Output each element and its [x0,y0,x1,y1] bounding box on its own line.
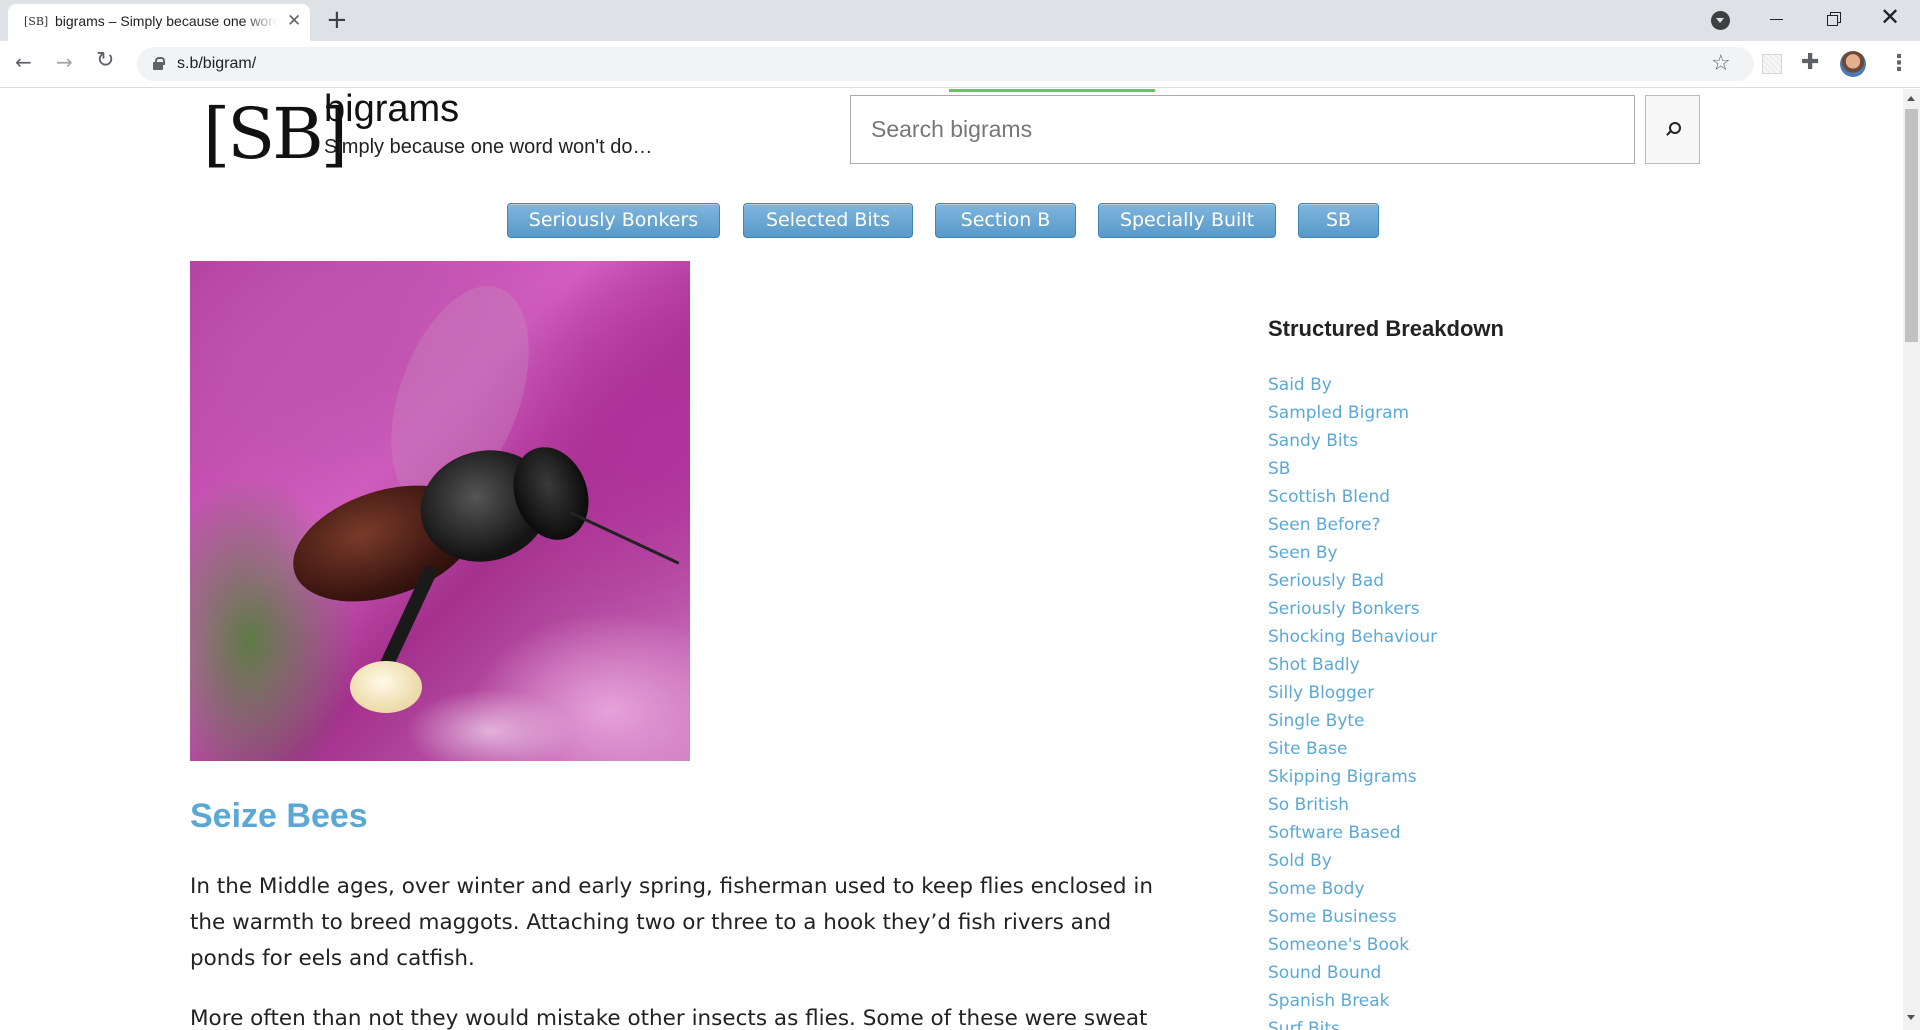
sidebar-link[interactable]: Software Based [1268,823,1437,851]
lock-icon[interactable] [153,57,165,70]
sidebar-link[interactable]: Sold By [1268,851,1437,879]
sidebar-link[interactable]: Surf Bits [1268,1019,1437,1030]
page-load-indicator [949,89,1155,92]
tab-close-icon[interactable]: ✕ [287,11,301,31]
nav-item-seriously-bonkers[interactable]: Seriously Bonkers [507,203,720,238]
post-title[interactable]: Seize Bees [190,797,368,836]
browser-tab[interactable]: [SB] bigrams – Simply because one word w… [8,4,310,41]
restore-icon[interactable] [1827,12,1841,26]
search-input[interactable] [850,95,1635,164]
new-tab-icon[interactable]: + [326,5,348,35]
search-icon [1666,122,1681,135]
sidebar-link[interactable]: Site Base [1268,739,1437,767]
profile-avatar[interactable] [1840,51,1866,77]
favicon-icon: [SB] [24,15,49,28]
sidebar-link[interactable]: Shocking Behaviour [1268,627,1437,655]
address-bar[interactable]: s.b/bigram/ ☆ [137,47,1754,81]
kebab-menu-icon[interactable]: ⋮ [1888,51,1910,76]
main-navigation: Seriously Bonkers Selected Bits Section … [0,203,1903,239]
back-arrow-icon[interactable]: ← [15,50,32,74]
scroll-down-icon[interactable] [1907,1015,1915,1020]
sidebar-link[interactable]: Single Byte [1268,711,1437,739]
sidebar-link[interactable]: Said By [1268,375,1437,403]
sidebar-link[interactable]: Sampled Bigram [1268,403,1437,431]
scroll-up-icon[interactable] [1907,96,1915,101]
sidebar-link[interactable]: Seen By [1268,543,1437,571]
sidebar-link[interactable]: Spanish Break [1268,991,1437,1019]
sidebar-link[interactable]: Skipping Bigrams [1268,767,1437,795]
reload-icon[interactable]: ↻ [96,48,114,73]
sidebar-link[interactable]: Shot Badly [1268,655,1437,683]
sidebar-link[interactable]: Seriously Bad [1268,571,1437,599]
pollen-ball [350,661,422,713]
search-button[interactable] [1645,95,1700,164]
sidebar-link[interactable]: SB [1268,459,1437,487]
bee-antenna [569,511,680,565]
tab-title: bigrams – Simply because one word won't … [55,13,277,29]
post-paragraph: In the Middle ages, over winter and earl… [190,874,1153,971]
sidebar-link[interactable]: Some Body [1268,879,1437,907]
sidebar-link[interactable]: Scottish Blend [1268,487,1437,515]
bookmark-star-icon[interactable]: ☆ [1711,51,1731,76]
site-tagline: Simply because one word won't do… [324,136,653,158]
sidebar-heading: Structured Breakdown [1268,316,1504,341]
sidebar-link[interactable]: So British [1268,795,1437,823]
url-text[interactable]: s.b/bigram/ [177,55,256,73]
sidebar-link[interactable]: Someone's Book [1268,935,1437,963]
forward-arrow-icon[interactable]: → [56,50,73,74]
scrollbar-thumb[interactable] [1905,109,1918,342]
nav-item-specially-built[interactable]: Specially Built [1098,203,1276,238]
sidebar-link[interactable]: Some Business [1268,907,1437,935]
sidebar-link[interactable]: Sandy Bits [1268,431,1437,459]
web-page: [SB] bigrams Simply because one word won… [0,89,1903,1030]
tab-search-icon[interactable] [1711,11,1730,30]
browser-toolbar: ← → ↻ s.b/bigram/ ☆ [0,41,1920,88]
browser-tab-strip: [SB] bigrams – Simply because one word w… [0,0,1920,41]
minimize-icon[interactable] [1770,19,1783,20]
page-scrollbar[interactable] [1903,89,1920,1030]
sidebar-link-list: Said By Sampled Bigram Sandy Bits SB Sco… [1268,375,1437,1030]
sidebar-link[interactable]: Sound Bound [1268,963,1437,991]
nav-item-selected-bits[interactable]: Selected Bits [743,203,913,238]
post-paragraph: More often than not they would mistake o… [190,1006,1148,1030]
window-close-icon[interactable]: ✕ [1880,3,1900,31]
sidebar-link[interactable]: Seen Before? [1268,515,1437,543]
sidebar-link[interactable]: Seriously Bonkers [1268,599,1437,627]
extension-icon[interactable] [1762,54,1782,74]
site-title[interactable]: bigrams [324,89,459,131]
nav-item-section-b[interactable]: Section B [935,203,1076,238]
post-featured-image[interactable] [190,261,690,761]
extensions-puzzle-icon[interactable]: ✚ [1801,50,1819,75]
nav-item-sb[interactable]: SB [1298,203,1379,238]
sidebar-link[interactable]: Silly Blogger [1268,683,1437,711]
